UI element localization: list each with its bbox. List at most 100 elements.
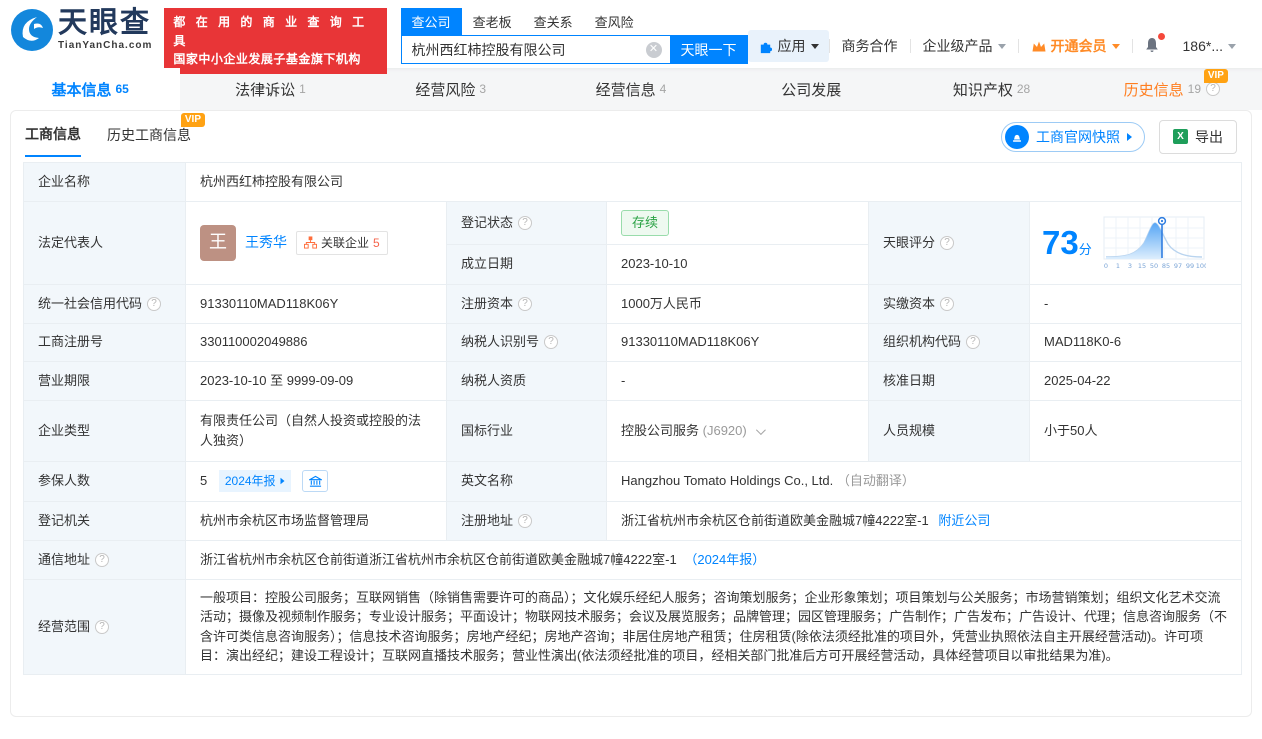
business-info-card: 工商信息 历史工商信息 VIP 工商官网快照 X 导出 企业名称 杭州西红柿控股… [10,110,1252,717]
tab-basic-info[interactable]: 基本信息 65 [0,68,181,110]
search-tab-risk[interactable]: 查风险 [584,8,645,35]
logo-name: 天眼查 [58,7,152,39]
field-label: 经营范围? [23,578,186,675]
related-companies-badge[interactable]: 关联企业 5 [296,230,388,255]
notification-dot [1157,32,1165,40]
help-icon[interactable]: ? [95,619,110,634]
tab-label: 法律诉讼 [235,81,296,99]
subtab-business-info[interactable]: 工商信息 [25,124,81,157]
nav-enterprise[interactable]: 企业级产品 [911,36,1018,56]
nav-open-vip[interactable]: 开通会员 [1019,36,1132,56]
status-badge: 存续 [621,210,670,236]
help-icon[interactable]: ? [95,552,110,567]
tianyancha-logo-icon [11,9,53,51]
reg-status-value: 存续 [606,201,869,245]
nearby-companies-link[interactable]: 附近公司 [938,513,990,528]
help-icon[interactable]: ? [1206,82,1221,96]
help-icon[interactable]: ? [147,296,162,311]
table-row: 企业名称 杭州西红柿控股有限公司 [23,162,1243,202]
search-button[interactable]: 天眼一下 [669,35,748,64]
help-icon[interactable]: ? [544,335,559,349]
tab-operation-info[interactable]: 经营信息 4 [541,68,721,110]
search-tab-boss[interactable]: 查老板 [462,8,523,35]
nav-enterprise-label: 企业级产品 [922,38,993,54]
notifications-bell[interactable] [1133,32,1171,57]
svg-text:97: 97 [1174,262,1182,270]
slogan-banner: 都 在 用 的 商 业 查 询 工 具 国家中小企业发展子基金旗下机构 [164,8,387,74]
org-chart-icon [304,236,317,249]
industry-code: (J6920) [702,422,747,438]
tab-count: 3 [479,82,487,96]
puzzle-icon [760,42,772,53]
table-row: 法定代表人 王 王秀华 关联企业 5 登记状态 ? 存续 天眼评分 ? 73分 … [23,201,1243,285]
help-icon[interactable]: ? [966,335,981,349]
business-scope-value: 一般项目：控股公司服务；互联网销售（除销售需要许可的商品）；文化娱乐经纪人服务；… [184,578,1243,675]
search-tabs: 查公司 查老板 查关系 查风险 [400,8,748,35]
svg-text:85: 85 [1162,262,1170,270]
tab-legal-proceedings[interactable]: 法律诉讼 1 [180,68,360,110]
annual-report-link[interactable]: （2024年报） [684,552,765,567]
nav-apps[interactable]: 应用 [747,30,829,62]
reg-authority-value: 杭州市余杭区市场监督管理局 [185,500,447,541]
english-name-value: Hangzhou Tomato Holdings Co., Ltd. [621,473,834,489]
search-block: 查公司 查老板 查关系 查风险 ✕ 天眼一下 [400,8,748,64]
field-label: 纳税人识别号? [446,322,607,362]
company-name-value: 杭州西红柿控股有限公司 [184,162,1243,202]
field-label: 法定代表人 [23,201,186,285]
score-value-block[interactable]: 73分 [1042,226,1092,260]
tianyancha-logo[interactable]: 天眼查 TianYanCha.com [10,8,152,52]
reg-address-value: 浙江省杭州市余杭区仓前街道欧美金融城7幢4222室-1 [621,512,929,528]
crown-icon [1032,41,1046,52]
official-snapshot-button[interactable]: 工商官网快照 [1001,121,1145,152]
paid-capital-value: - [1028,283,1243,324]
nav-account[interactable]: 186*... [1171,38,1248,54]
industry-value: 控股公司服务 (J6920) [606,399,869,462]
field-label: 登记状态? [446,201,607,245]
credit-code-value: 91330110MAD118K06Y [185,283,447,324]
table-row: 经营范围? 一般项目：控股公司服务；互联网销售（除销售需要许可的商品）；文化娱乐… [23,578,1243,675]
related-companies-count: 5 [373,235,380,250]
help-icon[interactable]: ? [518,215,533,230]
help-icon[interactable]: ? [518,513,533,528]
help-icon[interactable]: ? [518,296,533,311]
logo-domain: TianYanCha.com [58,40,153,51]
tab-company-development[interactable]: 公司发展 [721,68,901,110]
tab-intellectual-property[interactable]: 知识产权 28 [901,68,1081,110]
avatar[interactable]: 王 [200,224,236,261]
field-label: 营业期限 [23,360,186,401]
score-distribution-chart[interactable]: 0 1 3 15 50 85 97 99 100 [1102,215,1206,271]
table-row: 工商注册号 330110002049886 纳税人识别号? 91330110MA… [23,322,1243,362]
account-label: 186*... [1182,38,1223,54]
subtab-history-business-info[interactable]: 历史工商信息 VIP [107,113,205,156]
slogan-line1: 都 在 用 的 商 业 查 询 工 具 [173,15,368,48]
tab-label: 历史信息 [1123,81,1184,99]
insured-count-value: 5 [200,472,208,488]
help-icon[interactable]: ? [940,296,955,311]
clear-search-icon[interactable]: ✕ [645,42,662,58]
social-insurance-button[interactable] [302,470,329,493]
field-label: 企业名称 [23,162,186,202]
export-button[interactable]: X 导出 [1159,119,1237,154]
chevron-down-icon[interactable] [756,424,767,435]
top-navigation: 应用 商务合作 企业级产品 开通会员 186*... [747,30,1248,62]
business-term-value: 2023-10-10 至 9999-09-09 [185,360,447,401]
seal-stamp-icon [1005,124,1029,149]
tab-history-info[interactable]: VIP 历史信息 19 ? [1082,68,1262,110]
chevron-down-icon [810,43,819,49]
search-tab-company[interactable]: 查公司 [400,8,462,35]
tab-operation-risk[interactable]: 经营风险 3 [361,68,541,110]
table-row: 参保人数 5 2024年报 英文名称 Hangzhou Tomato Holdi… [23,460,1243,502]
annual-report-badge[interactable]: 2024年报 [218,469,291,492]
score-unit: 分 [1078,242,1092,257]
tab-count: 65 [115,82,129,96]
nav-cooperation[interactable]: 商务合作 [830,36,910,56]
search-tab-relation[interactable]: 查关系 [523,8,584,35]
search-input[interactable] [400,35,670,64]
nav-cooperation-label: 商务合作 [841,38,898,54]
field-label: 国标行业 [446,399,607,462]
approval-date-value: 2025-04-22 [1028,360,1243,401]
company-type-value: 有限责任公司（自然人投资或控股的法人独资） [185,399,447,462]
taxpayer-quality-value: - [606,360,869,401]
help-icon[interactable]: ? [940,235,955,250]
legal-rep-link[interactable]: 王秀华 [245,232,287,253]
